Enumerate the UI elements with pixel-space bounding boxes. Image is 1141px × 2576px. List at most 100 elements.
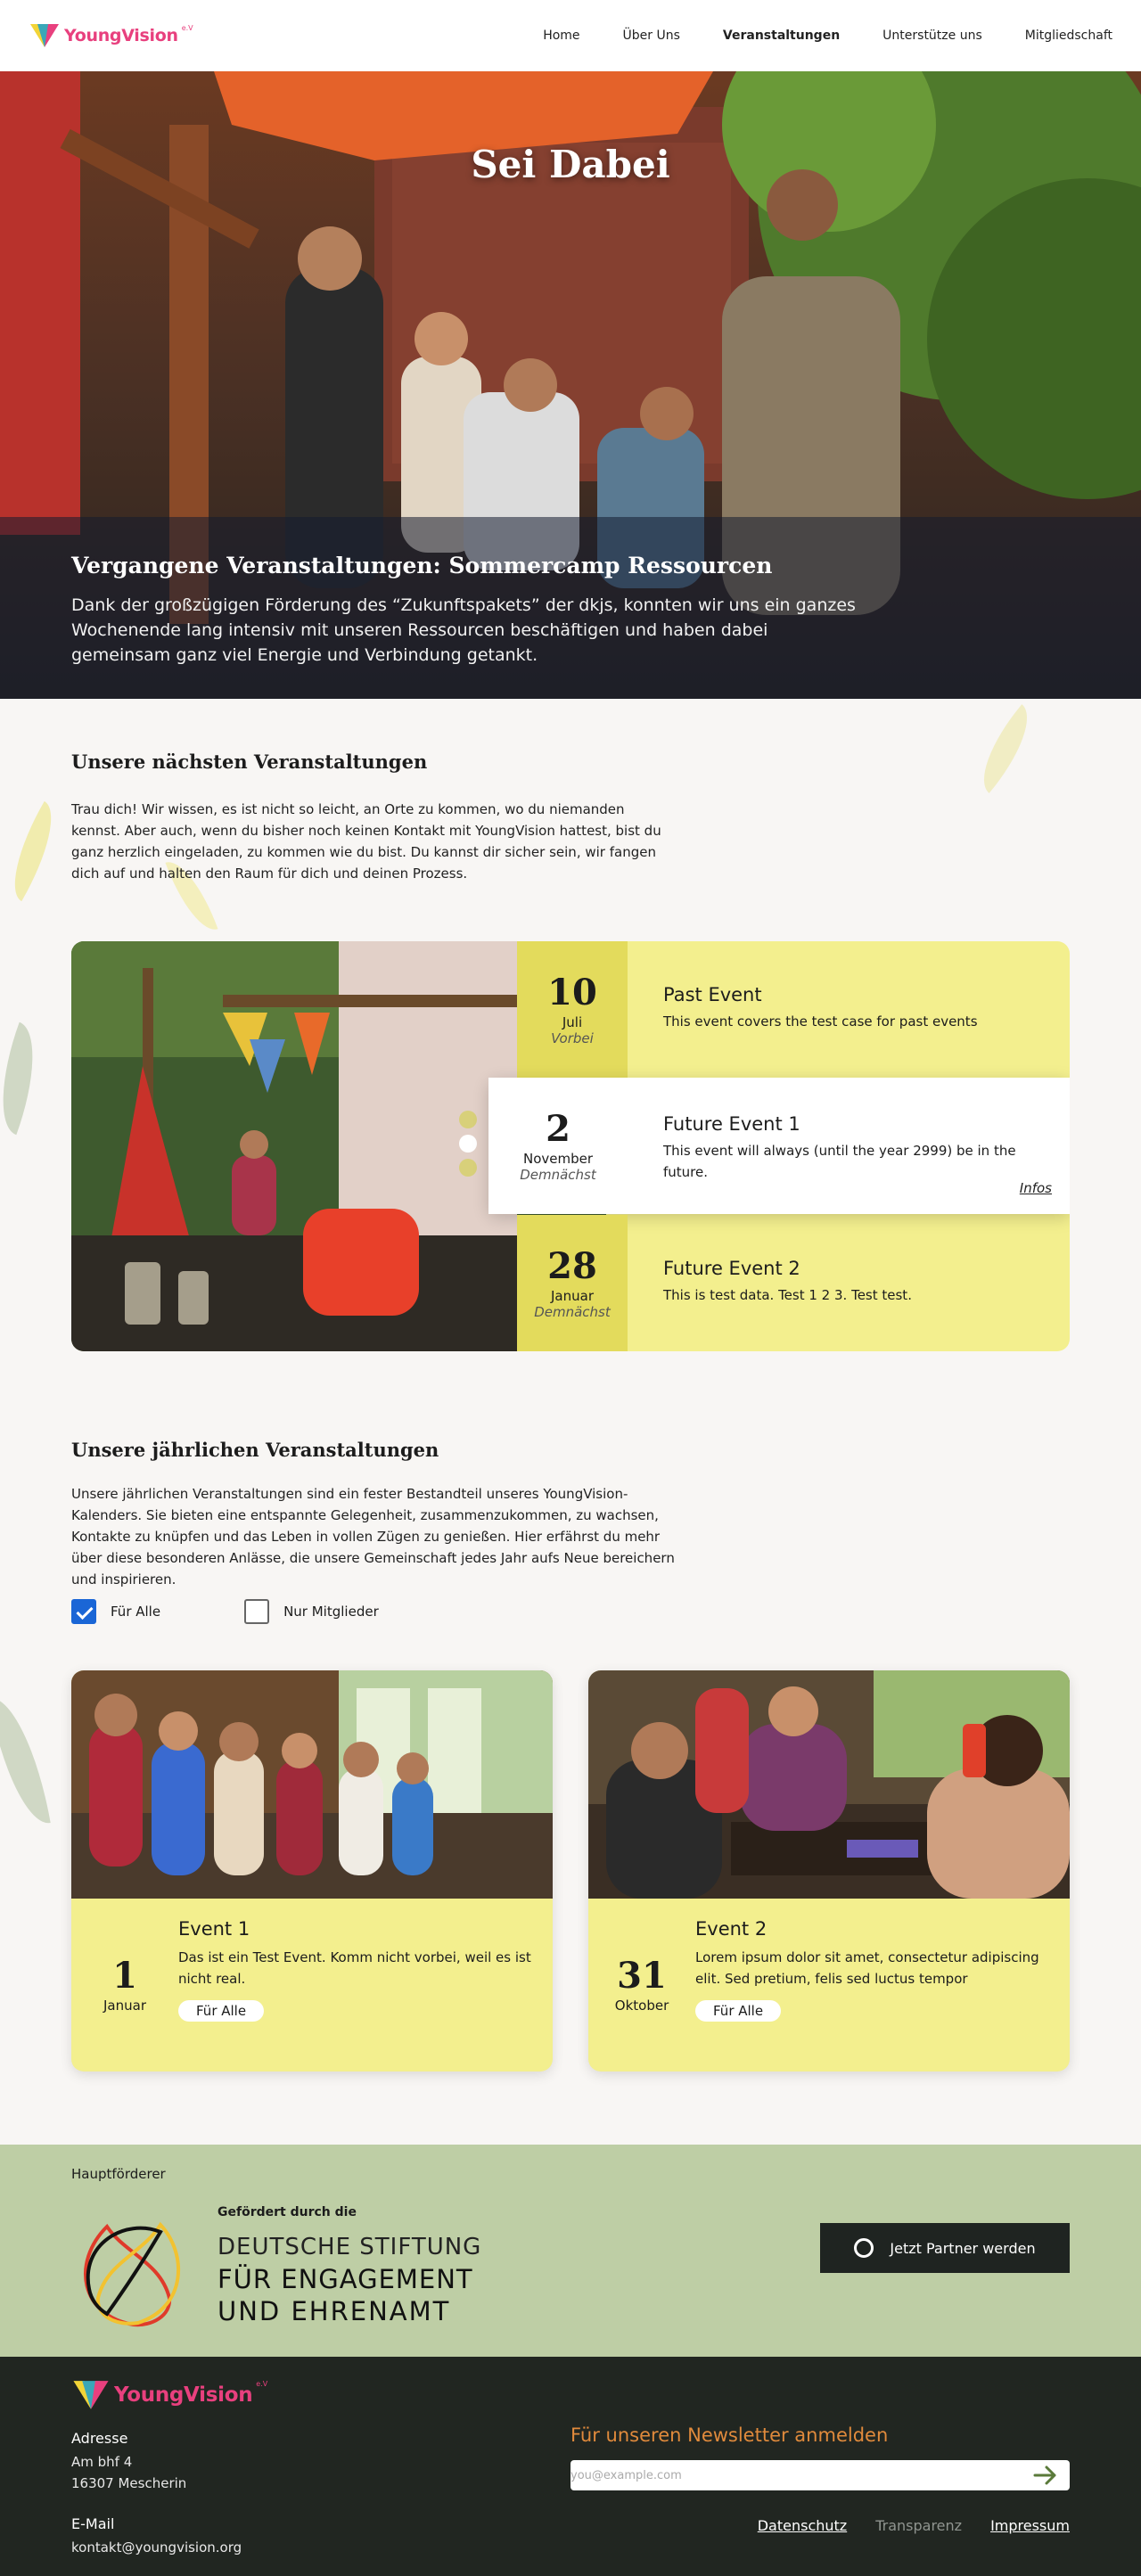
site-footer: YoungVision e.V Adresse Am bhf 4 16307 M… <box>0 2357 1141 2576</box>
partner-section: Hauptförderer Gefördert durch die DEUTSC… <box>0 2145 1141 2357</box>
nav-mitgliedschaft[interactable]: Mitgliedschaft <box>1025 29 1112 43</box>
event-body: Future Event 2 This is test data. Test 1… <box>628 1215 1070 1351</box>
footer-logo-text: YoungVision <box>114 2383 253 2407</box>
event-month: Juli <box>562 1013 583 1030</box>
event-infos-link[interactable]: Infos <box>1020 1180 1052 1196</box>
annual-filters: Für Alle Nur Mitglieder <box>71 1599 427 1624</box>
checkbox-fuer-alle[interactable] <box>71 1599 96 1624</box>
event-card-date: 31 Oktober <box>588 1899 695 2071</box>
event-description: This is test data. Test 1 2 3. Test test… <box>663 1287 912 1303</box>
funder-logo: Gefördert durch die DEUTSCHE STIFTUNG FÜ… <box>71 2203 499 2337</box>
nav-ueber-uns[interactable]: Über Uns <box>623 29 680 43</box>
event-status: Demnächst <box>520 1166 596 1183</box>
carousel-dot[interactable] <box>459 1111 477 1128</box>
event-card-month: Januar <box>103 1998 146 2014</box>
event-card-photo <box>71 1670 553 1899</box>
newsletter-title: Für unseren Newsletter anmelden <box>570 2424 889 2446</box>
carousel-dot-active[interactable] <box>459 1135 477 1153</box>
circle-icon <box>854 2238 874 2258</box>
event-day: 2 <box>546 1107 570 1150</box>
hero-text: Dank der großzügigen Förderung des “Zuku… <box>71 595 856 665</box>
funder-line-1: DEUTSCHE STIFTUNG <box>218 2234 482 2260</box>
annual-title: Unsere jährlichen Veranstaltungen <box>71 1439 439 1461</box>
filter-fuer-alle[interactable]: Für Alle <box>71 1599 160 1624</box>
event-card-day: 1 <box>112 1955 137 1997</box>
annual-event-card[interactable]: 1 Januar Event 1 Das ist ein Test Event.… <box>71 1670 553 2071</box>
nav-unterstuetze-uns[interactable]: Unterstütze uns <box>882 29 982 43</box>
event-title: Future Event 1 <box>663 1113 800 1135</box>
event-status: Vorbei <box>551 1030 594 1046</box>
event-card-description: Lorem ipsum dolor sit amet, consectetur … <box>695 1949 1039 1987</box>
event-description: This event will always (until the year 2… <box>663 1143 1016 1180</box>
event-date: 28 Januar Demnächst <box>517 1215 628 1351</box>
event-card-day: 31 <box>617 1955 667 1997</box>
filter-nur-mitglieder[interactable]: Nur Mitglieder <box>244 1599 379 1624</box>
carousel-dot[interactable] <box>459 1159 477 1177</box>
hero-title: Sei Dabei <box>471 143 670 186</box>
event-card-date: 1 Januar <box>71 1899 178 2071</box>
event-body: Past Event This event covers the test ca… <box>628 941 1070 1078</box>
event-title: Past Event <box>663 984 762 1005</box>
funder-small-text: Gefördert durch die <box>218 2205 357 2219</box>
event-row-future[interactable]: 28 Januar Demnächst Future Event 2 This … <box>517 1215 1070 1351</box>
annual-event-card[interactable]: 31 Oktober Event 2 Lorem ipsum dolor sit… <box>588 1670 1070 2071</box>
nav-home[interactable]: Home <box>543 29 579 43</box>
logo-mark-icon <box>30 24 59 47</box>
transparenz-link[interactable]: Transparenz <box>875 2517 962 2534</box>
event-card-body: Event 1 Das ist ein Test Event. Komm nic… <box>178 1899 544 2022</box>
decorative-leaf <box>0 1691 51 1830</box>
funder-line-3: UND EHRENAMT <box>218 2296 451 2326</box>
email-link[interactable]: kontakt@youngvision.org <box>71 2537 242 2558</box>
email-label: E-Mail <box>71 2515 115 2532</box>
event-title: Future Event 2 <box>663 1258 800 1279</box>
audience-tag: Für Alle <box>178 2000 265 2022</box>
address-label: Adresse <box>71 2430 128 2447</box>
impressum-link[interactable]: Impressum <box>990 2517 1070 2534</box>
event-row-featured[interactable]: 2 November Demnächst Future Event 1 This… <box>488 1078 1070 1214</box>
footer-logo[interactable]: YoungVision e.V <box>71 2378 267 2412</box>
event-status: Demnächst <box>534 1303 611 1320</box>
datenschutz-link[interactable]: Datenschutz <box>758 2517 847 2534</box>
filter-label: Nur Mitglieder <box>283 1604 379 1620</box>
event-month: November <box>522 1150 594 1167</box>
event-description: This event covers the test case for past… <box>663 1013 978 1030</box>
become-partner-button[interactable]: Jetzt Partner werden <box>820 2223 1070 2273</box>
event-card-photo <box>588 1670 1070 1899</box>
address-line-2: 16307 Mescherin <box>71 2475 187 2491</box>
event-card-title: Event 1 <box>178 1918 250 1940</box>
funder-line-2: FÜR ENGAGEMENT <box>218 2264 473 2294</box>
event-month: Januar <box>551 1287 594 1304</box>
event-card-month: Oktober <box>614 1998 669 2014</box>
decorative-leaf <box>0 800 71 902</box>
decorative-leaf <box>965 704 1047 793</box>
logo-text: YoungVision <box>64 26 178 45</box>
decorative-leaf <box>0 1021 53 1136</box>
top-navigation-bar: YoungVision e.V Home Über Uns Veranstalt… <box>0 0 1141 71</box>
footer-links: Datenschutz Transparenz Impressum <box>758 2517 1070 2534</box>
upcoming-title: Unsere nächsten Veranstaltungen <box>71 751 428 773</box>
event-card-title: Event 2 <box>695 1918 768 1940</box>
carousel-dots <box>458 1111 478 1177</box>
logo-suffix: e.V <box>181 24 193 32</box>
nav-veranstaltungen[interactable]: Veranstaltungen <box>723 29 840 43</box>
logo-mark-icon <box>73 2381 109 2409</box>
event-card-description: Das ist ein Test Event. Komm nicht vorbe… <box>178 1949 531 1987</box>
event-date: 2 November Demnächst <box>488 1078 628 1214</box>
filter-label: Für Alle <box>111 1604 161 1620</box>
main-nav: Home Über Uns Veranstaltungen Unterstütz… <box>500 29 1112 43</box>
upcoming-text: Trau dich! Wir wissen, es ist nicht so l… <box>71 801 661 882</box>
footer-logo-suffix: e.V <box>256 2380 268 2388</box>
funder-emblem-icon <box>84 2221 180 2327</box>
event-card-body: Event 2 Lorem ipsum dolor sit amet, cons… <box>695 1899 1061 2022</box>
arrow-right-icon[interactable] <box>1032 2464 1059 2487</box>
audience-tag: Für Alle <box>695 2000 782 2022</box>
checkbox-nur-mitglieder[interactable] <box>244 1599 270 1624</box>
youngvision-logo[interactable]: YoungVision e.V <box>29 22 193 49</box>
event-body: Future Event 1 This event will always (u… <box>628 1078 1070 1214</box>
become-partner-label: Jetzt Partner werden <box>890 2239 1036 2257</box>
event-day: 10 <box>547 971 597 1013</box>
newsletter-email-input[interactable] <box>570 2460 1070 2490</box>
event-row-past[interactable]: 10 Juli Vorbei Past Event This event cov… <box>517 941 1070 1078</box>
annual-text: Unsere jährlichen Veranstaltungen sind e… <box>71 1486 675 1587</box>
event-day: 28 <box>547 1244 597 1287</box>
